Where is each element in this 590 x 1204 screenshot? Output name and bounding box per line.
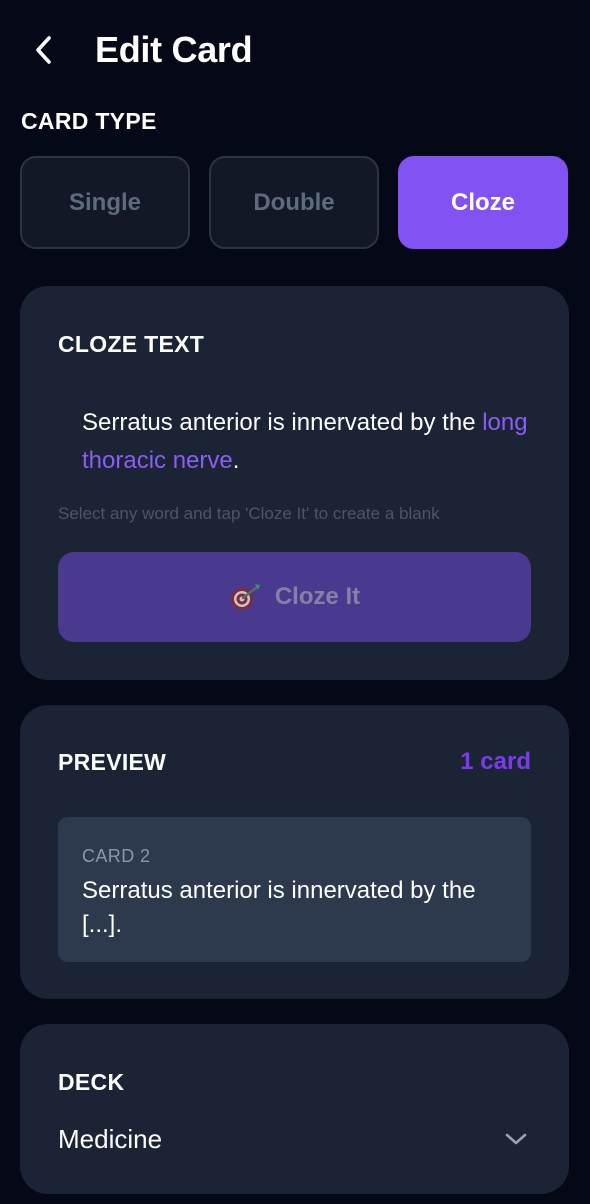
cloze-it-label: Cloze It	[274, 583, 361, 610]
deck-card: DECK Medicine	[20, 1024, 569, 1194]
preview-card: PREVIEW 1 card CARD 2 Serratus anterior …	[20, 705, 569, 999]
cloze-text-after: .	[232, 447, 240, 474]
card-type-cloze-button[interactable]: Cloze	[398, 156, 568, 249]
card-type-label: CARD TYPE	[21, 108, 157, 134]
page-title: Edit Card	[95, 29, 253, 70]
cloze-hint: Select any word and tap 'Cloze It' to cr…	[58, 504, 440, 523]
target-dart-icon	[229, 582, 263, 612]
card-type-double-button[interactable]: Double	[209, 156, 379, 249]
deck-title: DECK	[58, 1069, 125, 1095]
preview-title: PREVIEW	[58, 749, 167, 775]
preview-item: CARD 2 Serratus anterior is innervated b…	[58, 817, 531, 962]
cloze-text-before: Serratus anterior is innervated by the	[82, 409, 483, 436]
cloze-text-card: CLOZE TEXT Serratus anterior is innervat…	[20, 286, 569, 680]
cloze-text-content[interactable]: Serratus anterior is innervated by the l…	[82, 404, 542, 480]
cloze-text-title: CLOZE TEXT	[58, 331, 205, 357]
chevron-down-icon	[505, 1133, 527, 1145]
chevron-left-icon	[36, 36, 51, 64]
card-type-single-button[interactable]: Single	[20, 156, 190, 249]
deck-value: Medicine	[58, 1123, 163, 1154]
preview-count: 1 card	[460, 748, 531, 775]
preview-item-label: CARD 2	[82, 846, 151, 866]
back-button[interactable]	[24, 30, 64, 70]
header: Edit Card	[0, 0, 590, 100]
preview-item-text: Serratus anterior is innervated by the […	[82, 877, 476, 938]
deck-select[interactable]: Medicine	[58, 1119, 531, 1159]
cloze-it-button[interactable]: Cloze It	[58, 552, 531, 642]
